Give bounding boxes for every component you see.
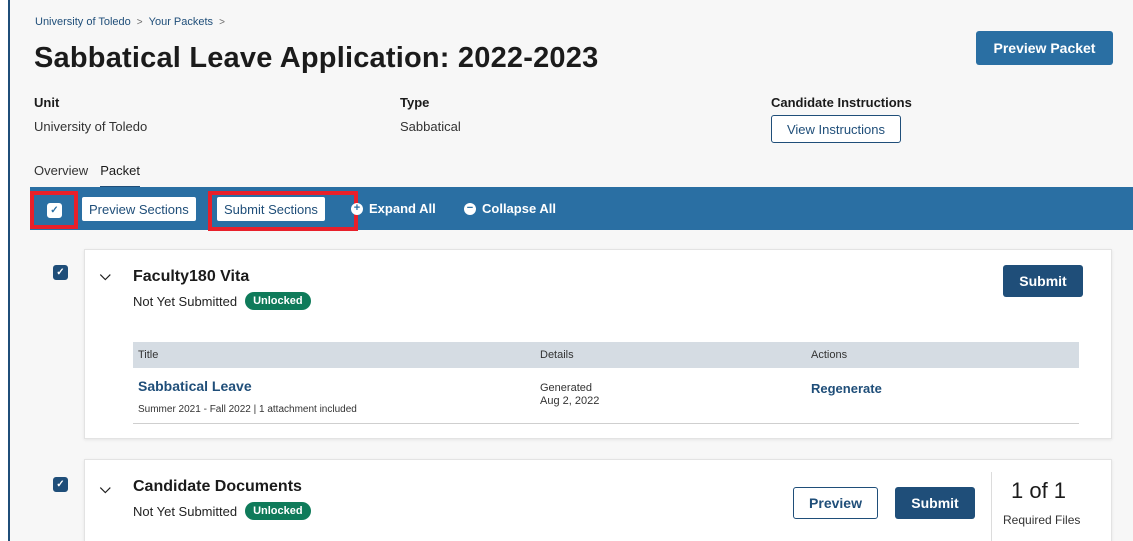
section-checkbox-faculty180[interactable]: ✓ — [53, 265, 68, 280]
breadcrumb: University of Toledo > Your Packets > — [35, 16, 225, 28]
details-date: Aug 2, 2022 — [540, 395, 600, 407]
breadcrumb-separator: > — [136, 16, 143, 28]
column-header-title: Title — [138, 349, 159, 361]
status-text: Not Yet Submitted — [133, 503, 238, 519]
documents-table: Title Details Actions Sabbatical Leave S… — [133, 342, 1079, 424]
view-instructions-button[interactable]: View Instructions — [771, 115, 901, 143]
packet-toolbar: ✓ Preview Sections Submit Sections + Exp… — [30, 187, 1133, 231]
expand-all-label: Expand All — [369, 201, 436, 216]
submit-button[interactable]: Submit — [895, 487, 975, 519]
unit-label: Unit — [34, 95, 60, 110]
unit-value: University of Toledo — [34, 119, 148, 134]
document-title-link[interactable]: Sabbatical Leave — [138, 378, 252, 394]
preview-sections-button[interactable]: Preview Sections — [82, 197, 196, 221]
submit-button[interactable]: Submit — [1003, 265, 1083, 297]
collapse-all-link[interactable]: − Collapse All — [464, 201, 556, 216]
type-value: Sabbatical — [400, 119, 461, 134]
status-badge: Unlocked — [245, 502, 311, 520]
select-all-highlight: ✓ — [30, 191, 78, 229]
expand-all-link[interactable]: + Expand All — [351, 201, 436, 216]
select-all-checkbox[interactable]: ✓ — [47, 203, 62, 218]
minus-circle-icon: − — [464, 202, 476, 215]
details-generated: Generated — [540, 382, 592, 394]
status-text: Not Yet Submitted — [133, 293, 238, 309]
candidate-instructions-label: Candidate Instructions — [771, 95, 912, 110]
section-checkbox-candidate-documents[interactable]: ✓ — [53, 477, 68, 492]
plus-circle-icon: + — [351, 202, 363, 215]
tab-packet[interactable]: Packet — [100, 163, 140, 189]
tab-bar: Overview Packet — [34, 163, 140, 189]
page-title: Sabbatical Leave Application: 2022-2023 — [34, 42, 599, 74]
document-subtitle: Summer 2021 - Fall 2022 | 1 attachment i… — [138, 404, 357, 415]
document-details: Generated Aug 2, 2022 — [540, 382, 599, 408]
section-status: Not Yet Submitted Unlocked — [133, 502, 311, 520]
preview-button[interactable]: Preview — [793, 487, 878, 519]
table-row: Sabbatical Leave Summer 2021 - Fall 2022… — [133, 368, 1079, 424]
chevron-down-icon[interactable]: ⌵ — [100, 480, 111, 497]
section-title: Faculty180 Vita — [133, 268, 250, 285]
column-header-actions: Actions — [811, 349, 848, 361]
regenerate-link[interactable]: Regenerate — [811, 381, 882, 396]
required-files-label: Required Files — [1003, 513, 1081, 527]
collapse-all-label: Collapse All — [482, 201, 556, 216]
section-status: Not Yet Submitted Unlocked — [133, 292, 311, 310]
breadcrumb-link-university[interactable]: University of Toledo — [35, 16, 131, 28]
breadcrumb-link-your-packets[interactable]: Your Packets — [149, 16, 213, 28]
table-header: Title Details Actions — [133, 342, 1079, 368]
section-card-candidate-documents: ⌵ Candidate Documents Not Yet Submitted … — [84, 459, 1112, 541]
breadcrumb-separator: > — [219, 16, 225, 28]
submit-sections-button[interactable]: Submit Sections — [217, 197, 325, 221]
section-card-faculty180: ⌵ Faculty180 Vita Not Yet Submitted Unlo… — [84, 249, 1112, 439]
column-header-details: Details — [540, 349, 574, 361]
status-badge: Unlocked — [245, 292, 311, 310]
type-label: Type — [400, 95, 430, 110]
divider — [991, 472, 992, 541]
tab-overview[interactable]: Overview — [34, 163, 88, 189]
section-title: Candidate Documents — [133, 478, 302, 495]
chevron-down-icon[interactable]: ⌵ — [100, 267, 111, 284]
preview-packet-button[interactable]: Preview Packet — [976, 31, 1113, 65]
page-frame: University of Toledo > Your Packets > Sa… — [8, 0, 1133, 541]
required-files-count: 1 of 1 — [1011, 478, 1067, 503]
